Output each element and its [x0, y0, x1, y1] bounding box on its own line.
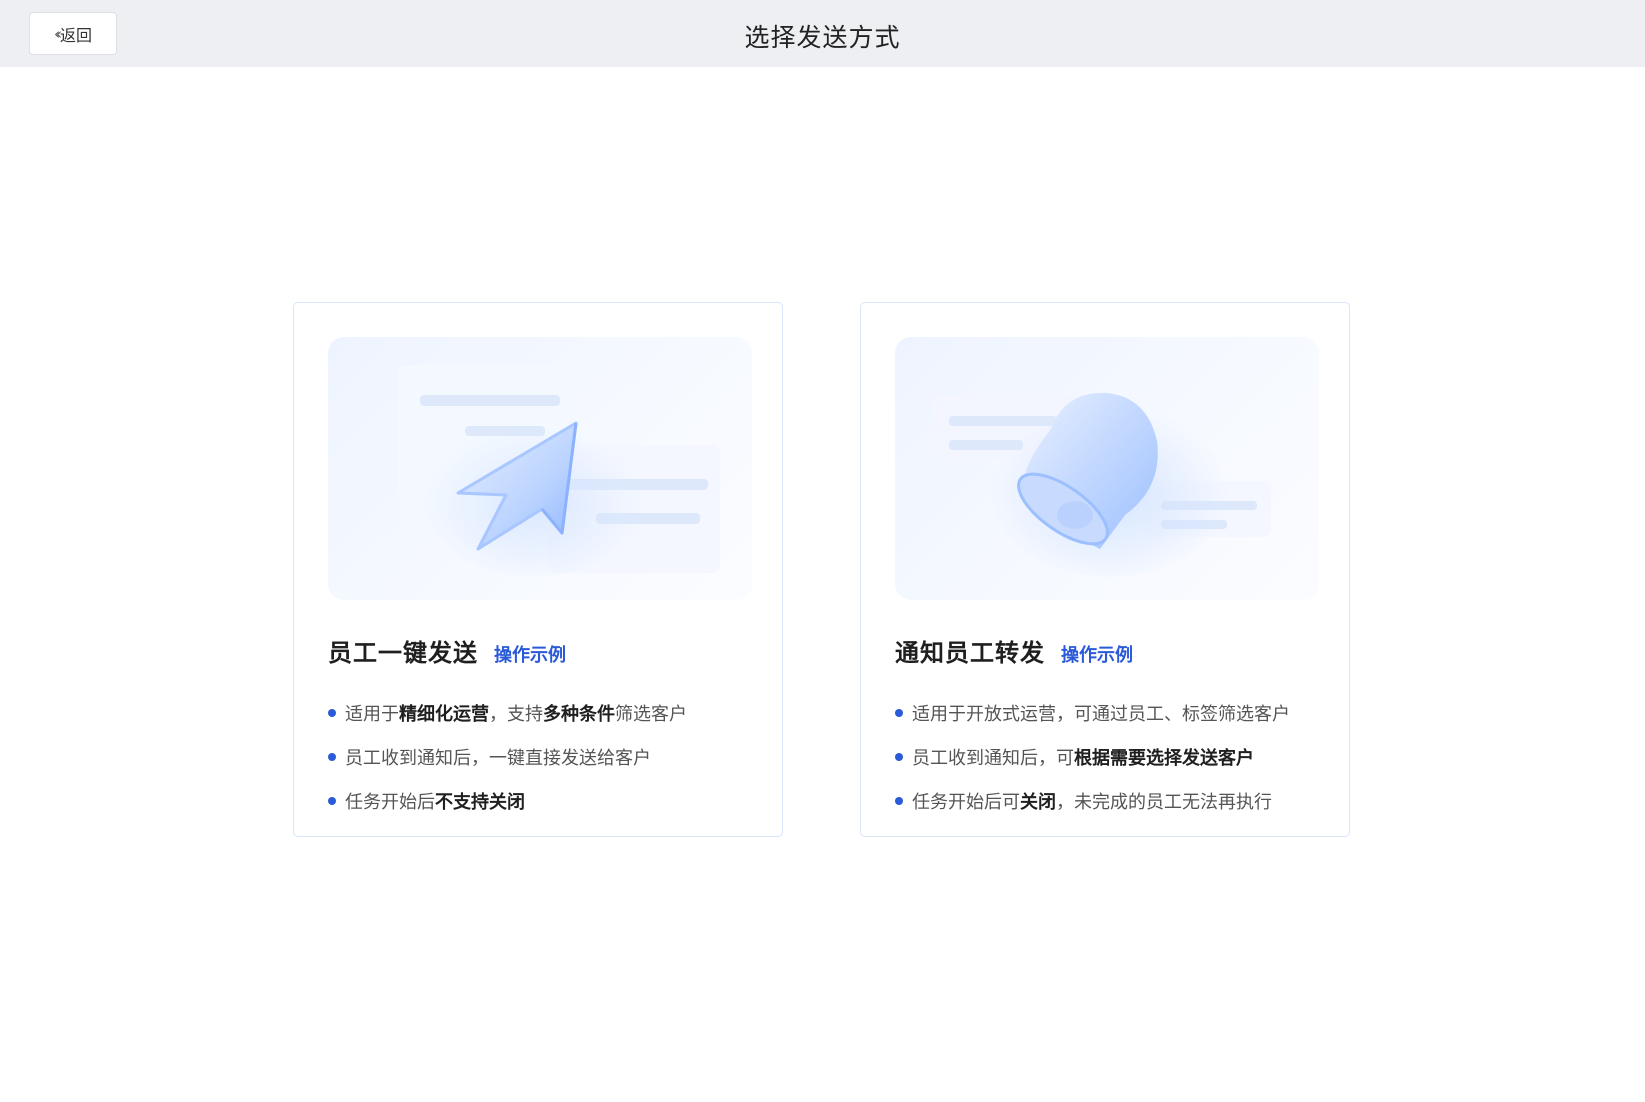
- cursor-click-illustration: [328, 337, 752, 600]
- bullet-dot: [328, 797, 336, 805]
- page-title: 选择发送方式: [744, 23, 901, 52]
- bell-illustration: [895, 337, 1319, 600]
- top-bar: ‹‹ 返回 选择发送方式: [0, 0, 1645, 67]
- feature-item: 适用于 精细化运营 ，支持 多种条件 筛选客户: [328, 691, 687, 735]
- send-method-card-one-click[interactable]: 员工一键发送 操作示例 适用于 精细化运营 ，支持 多种条件 筛选客户 员工收到通知后，…: [293, 302, 783, 837]
- card-heading: 通知员工转发 操作示例: [895, 633, 1133, 668]
- feature-item: 任务开始后 不支持关闭: [328, 779, 687, 823]
- bullet-dot: [895, 709, 903, 717]
- feature-item: 适用于开放式运营，可通过员工、标签筛选客户: [895, 691, 1290, 735]
- feature-item: 员工收到通知后，可 根据需要选择发送客户: [895, 735, 1290, 779]
- bullet-dot: [895, 797, 903, 805]
- card-title: 员工一键发送: [328, 639, 478, 667]
- example-link[interactable]: 操作示例: [1061, 641, 1133, 667]
- card-title: 通知员工转发: [895, 639, 1045, 667]
- bullet-dot: [328, 709, 336, 717]
- feature-item: 任务开始后可 关闭 ，未完成的员工无法再执行: [895, 779, 1290, 823]
- card-heading: 员工一键发送 操作示例: [328, 633, 566, 668]
- feature-list: 适用于 精细化运营 ，支持 多种条件 筛选客户 员工收到通知后，一键直接发送给客户 任务…: [328, 691, 687, 823]
- example-link[interactable]: 操作示例: [494, 641, 566, 667]
- bullet-dot: [895, 753, 903, 761]
- bullet-dot: [328, 753, 336, 761]
- send-method-card-notify-staff[interactable]: 通知员工转发 操作示例 适用于开放式运营，可通过员工、标签筛选客户 员工收到通知…: [860, 302, 1350, 837]
- feature-item: 员工收到通知后，一键直接发送给客户: [328, 735, 687, 779]
- feature-list: 适用于开放式运营，可通过员工、标签筛选客户 员工收到通知后，可 根据需要选择发送客…: [895, 691, 1290, 823]
